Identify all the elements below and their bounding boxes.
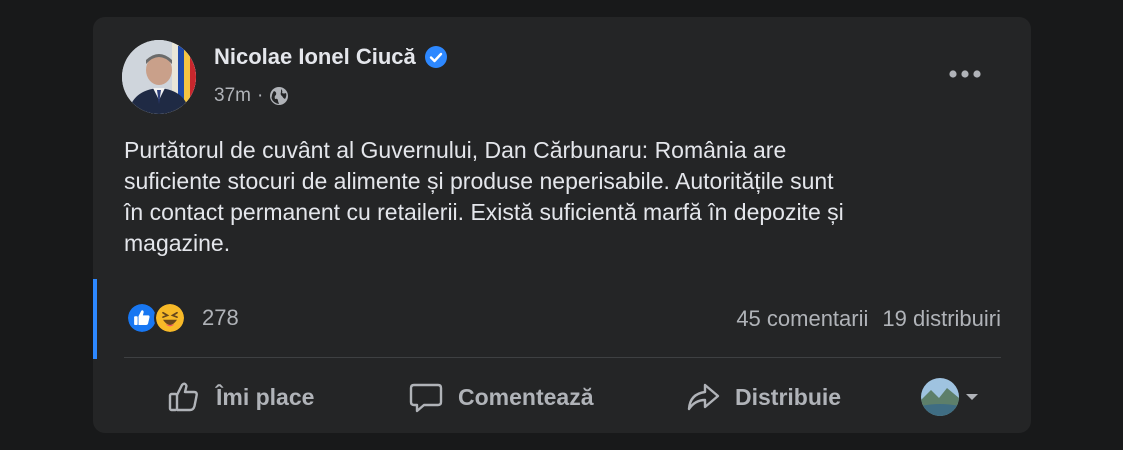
post-text-line: suficiente stocuri de alimente și produs… bbox=[124, 168, 834, 194]
globe-icon[interactable] bbox=[269, 86, 289, 106]
post-card: Nicolae Ionel Ciucă 37m · Purtătorul de … bbox=[93, 17, 1031, 433]
post-text-line: în contact permanent cu retailerii. Exis… bbox=[124, 199, 844, 225]
share-button-label: Distribuie bbox=[735, 383, 842, 410]
more-options-button[interactable] bbox=[945, 59, 985, 89]
comments-count-link[interactable]: 45 comentarii bbox=[736, 306, 868, 332]
page-avatar bbox=[921, 378, 959, 416]
like-button-label: Îmi place bbox=[216, 383, 315, 410]
comment-bubble-icon bbox=[409, 383, 443, 413]
post-text: Purtătorul de cuvânt al Guvernului, Dan … bbox=[124, 135, 1004, 259]
focus-indicator bbox=[93, 279, 97, 359]
shares-count-link[interactable]: 19 distribuiri bbox=[882, 306, 1001, 332]
post-actions-bar: Îmi place Comentează Distribuie bbox=[124, 367, 1001, 427]
share-arrow-icon bbox=[687, 383, 720, 411]
post-text-line: Purtătorul de cuvânt al Guvernului, Dan … bbox=[124, 137, 787, 163]
actions-divider bbox=[124, 357, 1001, 358]
chevron-down-icon bbox=[966, 394, 978, 400]
reactions-summary[interactable]: 278 bbox=[126, 302, 239, 334]
reactions-count: 278 bbox=[202, 305, 239, 330]
author-name-row: Nicolae Ionel Ciucă bbox=[214, 44, 447, 70]
comment-button[interactable]: Comentează bbox=[408, 379, 593, 415]
thumbs-up-icon bbox=[168, 382, 198, 412]
more-dots-icon bbox=[949, 70, 981, 78]
share-button[interactable]: Distribuie bbox=[685, 379, 841, 415]
meta-separator: · bbox=[256, 85, 264, 106]
comment-button-label: Comentează bbox=[458, 383, 594, 410]
engagement-counts: 45 comentarii 19 distribuiri bbox=[736, 306, 1001, 332]
haha-reaction-icon bbox=[154, 302, 186, 334]
post-text-line: magazine. bbox=[124, 230, 231, 256]
author-avatar[interactable] bbox=[122, 40, 196, 114]
post-meta: 37m · bbox=[214, 85, 289, 107]
author-name[interactable]: Nicolae Ionel Ciucă bbox=[214, 44, 416, 70]
post-timestamp[interactable]: 37m bbox=[214, 85, 251, 107]
like-button[interactable]: Îmi place bbox=[166, 379, 314, 415]
react-as-selector[interactable] bbox=[921, 378, 979, 416]
verified-badge-icon bbox=[424, 46, 447, 68]
